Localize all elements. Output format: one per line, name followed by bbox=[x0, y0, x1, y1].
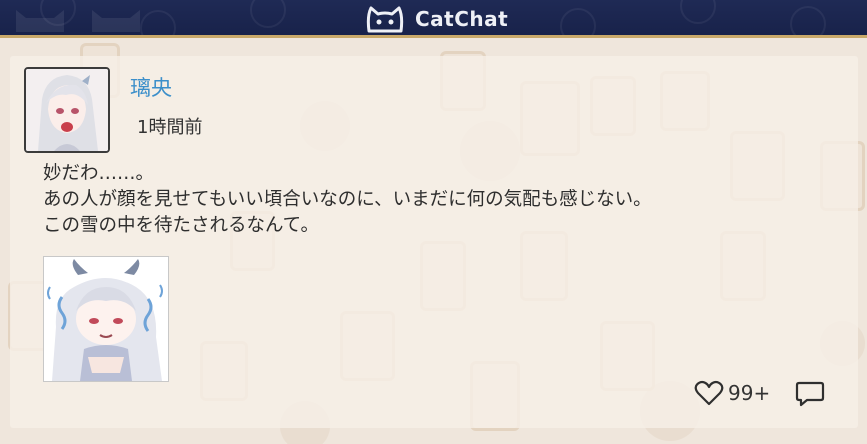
message-line: あの人が顔を見せてもいい頃合いなのに、いまだに何の気配も感じない。 bbox=[43, 189, 652, 210]
header-pattern bbox=[140, 10, 176, 35]
header-pattern bbox=[250, 0, 286, 28]
header-pattern bbox=[680, 0, 716, 24]
app-header: CatChat bbox=[0, 0, 867, 38]
post-message: 妙だわ……。 あの人が顔を見せてもいい頃合いなのに、いまだに何の気配も感じない。… bbox=[43, 161, 652, 239]
like-count: 99+ bbox=[728, 381, 771, 405]
comment-icon bbox=[795, 381, 825, 407]
like-button[interactable]: 99+ bbox=[694, 380, 770, 406]
cat-pattern-icon bbox=[92, 10, 140, 32]
app-brand: CatChat bbox=[365, 3, 508, 35]
cat-pattern-icon bbox=[16, 10, 64, 32]
cat-face-icon bbox=[366, 6, 404, 33]
message-line: この雪の中を待たされるなんて。 bbox=[43, 215, 320, 236]
message-line: 妙だわ……。 bbox=[43, 163, 155, 184]
chibi-sticker-image[interactable] bbox=[43, 256, 169, 382]
user-avatar[interactable] bbox=[24, 67, 110, 153]
header-pattern bbox=[560, 8, 596, 35]
app-title: CatChat bbox=[415, 7, 509, 31]
username[interactable]: 璃央 bbox=[130, 72, 172, 102]
post-timestamp: 1時間前 bbox=[137, 117, 203, 138]
header-pattern bbox=[790, 6, 826, 35]
comment-button[interactable] bbox=[795, 380, 825, 412]
heart-icon bbox=[694, 380, 724, 406]
